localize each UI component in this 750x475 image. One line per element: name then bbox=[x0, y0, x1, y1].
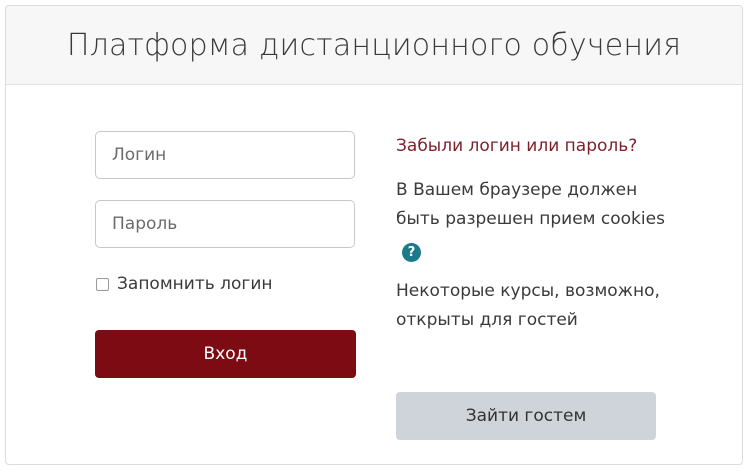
cookies-text: В Вашем браузере должен быть разрешен пр… bbox=[396, 180, 665, 229]
page-title: Платформа дистанционного обучения bbox=[66, 27, 682, 63]
login-button[interactable]: Вход bbox=[95, 330, 356, 378]
cookies-notice: В Вашем браузере должен быть разрешен пр… bbox=[396, 176, 666, 263]
remember-username[interactable]: Запомнить логин bbox=[96, 274, 273, 294]
guest-login-button[interactable]: Зайти гостем bbox=[396, 392, 656, 440]
login-card: Платформа дистанционного обучения Запомн… bbox=[5, 5, 743, 465]
remember-checkbox[interactable] bbox=[96, 277, 109, 291]
card-header: Платформа дистанционного обучения bbox=[6, 6, 742, 85]
question-circle-icon[interactable]: ? bbox=[402, 243, 421, 262]
info-panel: Забыли логин или пароль? В Вашем браузер… bbox=[396, 132, 666, 335]
password-input[interactable] bbox=[95, 200, 355, 248]
forgot-password-link[interactable]: Забыли логин или пароль? bbox=[396, 132, 666, 161]
username-input[interactable] bbox=[95, 131, 355, 179]
guest-notice: Некоторые курсы, возможно, открыты для г… bbox=[396, 281, 660, 330]
remember-label: Запомнить логин bbox=[117, 274, 273, 294]
